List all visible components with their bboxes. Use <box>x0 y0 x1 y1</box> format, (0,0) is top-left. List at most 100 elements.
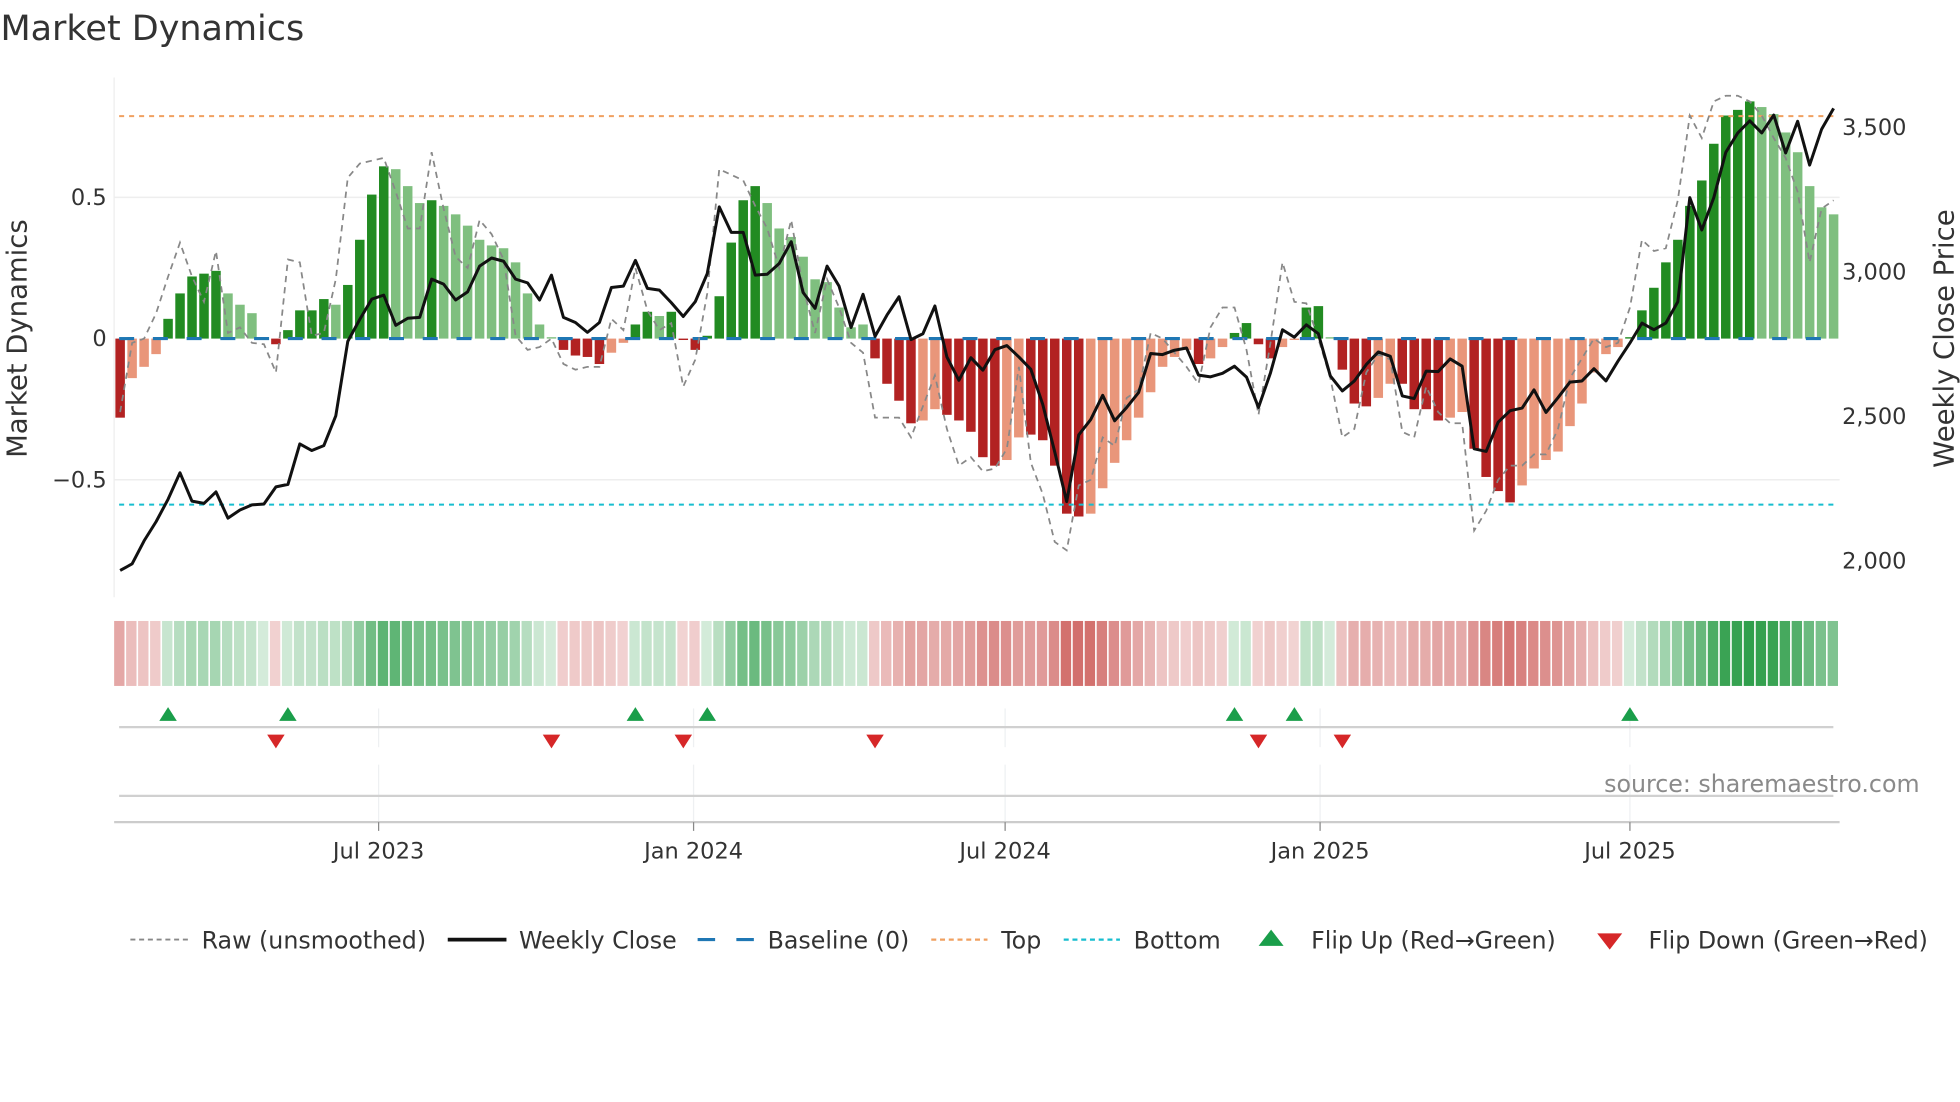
heat-cell <box>976 620 988 686</box>
dynamics-bar <box>1169 338 1180 357</box>
flip-down-marker <box>1333 734 1352 749</box>
dynamics-bar <box>738 200 748 339</box>
flip-up-marker <box>1285 707 1304 721</box>
dynamics-bar <box>1709 143 1719 339</box>
heat-cell <box>1000 620 1012 686</box>
legend-item-bottom: Bottom <box>1063 926 1221 954</box>
heat-cell <box>1611 620 1623 686</box>
heat-cell <box>1516 620 1527 686</box>
heat-cell <box>892 620 904 686</box>
flip-markers-panel <box>119 707 1834 823</box>
heat-cell <box>533 620 544 686</box>
y-tick-label: 0.5 <box>71 185 107 211</box>
heat-cell <box>389 620 401 686</box>
legend-label-flip-up: Flip Up (Red→Green) <box>1311 926 1556 954</box>
heat-cell <box>1228 620 1239 686</box>
legend-item-flip-down: Flip Down (Green→Red) <box>1597 926 1928 954</box>
heat-cell <box>1180 620 1191 686</box>
heat-cell <box>857 620 868 686</box>
heat-cell <box>940 620 952 686</box>
flip-down-marker <box>866 734 884 749</box>
heat-cell <box>605 620 616 686</box>
flip-up-marker <box>279 707 297 721</box>
right-axis-ticks: 3,500 3,000 2,500 2,000 <box>1842 115 1906 574</box>
dynamics-bar <box>522 293 533 339</box>
x-tick-label: Jul 2025 <box>1582 838 1675 864</box>
dynamics-bar <box>247 313 257 339</box>
dynamics-bar <box>1121 338 1132 441</box>
flip-up-marker <box>159 707 177 721</box>
left-axis-ticks: 0.5 0 −0.5 <box>52 185 107 493</box>
dynamics-bar <box>942 338 952 415</box>
heat-cell <box>521 620 532 686</box>
heat-cell <box>162 620 173 686</box>
heat-cell <box>773 620 784 686</box>
dynamics-bar <box>295 310 305 339</box>
heat-cell <box>629 620 640 686</box>
heat-cell <box>1168 620 1179 686</box>
heat-cell <box>988 620 1000 686</box>
dynamics-bar <box>822 282 832 339</box>
heat-cell <box>1504 620 1515 686</box>
dynamics-bar <box>1193 338 1204 365</box>
heat-cell <box>138 620 149 686</box>
legend: Raw (unsmoothed) Weekly Close Baseline (… <box>130 926 1928 954</box>
x-tick-label: Jul 2024 <box>957 838 1050 864</box>
heat-cell <box>1564 620 1575 686</box>
heat-cell <box>365 620 377 686</box>
heat-cell <box>952 620 964 686</box>
heat-cell <box>1192 620 1203 686</box>
heat-cell <box>497 620 508 686</box>
dynamics-bar <box>1697 180 1707 339</box>
heat-cell <box>1036 620 1048 686</box>
heat-cell <box>1348 620 1359 686</box>
heat-cell <box>437 620 449 686</box>
legend-label-flip-down: Flip Down (Green→Red) <box>1648 926 1927 954</box>
heat-cell <box>198 620 209 686</box>
heat-cell <box>1060 620 1072 686</box>
chart-title: Market Dynamics <box>0 9 304 49</box>
heat-cell <box>425 620 437 686</box>
dynamics-bar <box>966 338 976 432</box>
heat-cell <box>1599 620 1611 686</box>
heat-cell <box>713 620 724 686</box>
dynamics-bar <box>882 338 892 384</box>
heat-cell <box>1719 620 1731 686</box>
series-lines <box>119 94 1835 572</box>
dynamics-bar <box>163 318 173 339</box>
chart-root: Market Dynamics 0.5 0 −0.5 3,500 3,000 2,500… <box>0 0 1960 1102</box>
dynamics-bar <box>714 296 725 339</box>
dynamics-bar <box>211 270 221 339</box>
heat-cell <box>221 620 233 686</box>
heat-cell <box>1240 620 1251 686</box>
heat-cell <box>1072 620 1084 686</box>
dynamics-bar <box>1577 338 1587 404</box>
heat-cell <box>1707 620 1719 686</box>
heat-cell <box>1695 620 1707 686</box>
heat-cell <box>1276 620 1287 686</box>
heat-cell <box>1108 620 1120 686</box>
y2-tick-label: 2,500 <box>1842 404 1906 430</box>
heat-cell <box>233 620 245 686</box>
heat-cell <box>126 620 137 686</box>
heat-cell <box>1671 620 1683 686</box>
heat-strip <box>114 620 1838 686</box>
dynamics-bar <box>534 324 545 339</box>
heat-cell <box>1647 620 1659 686</box>
flip-up-marker <box>698 707 717 721</box>
heat-cell <box>293 620 305 686</box>
heat-cell <box>1312 620 1323 686</box>
heat-cell <box>1420 620 1431 686</box>
dynamics-bar <box>1373 338 1384 398</box>
heat-cell <box>1372 620 1383 686</box>
heat-cell <box>150 620 161 686</box>
dynamics-bar <box>834 307 844 339</box>
heat-cell <box>1288 620 1299 686</box>
heat-cell <box>401 620 413 686</box>
heat-cell <box>677 620 688 686</box>
heat-cell <box>245 620 257 686</box>
dynamics-bar <box>1756 107 1767 339</box>
heat-cell <box>1324 620 1335 686</box>
legend-item-raw: Raw (unsmoothed) <box>130 926 426 954</box>
heat-cell <box>1048 620 1060 686</box>
